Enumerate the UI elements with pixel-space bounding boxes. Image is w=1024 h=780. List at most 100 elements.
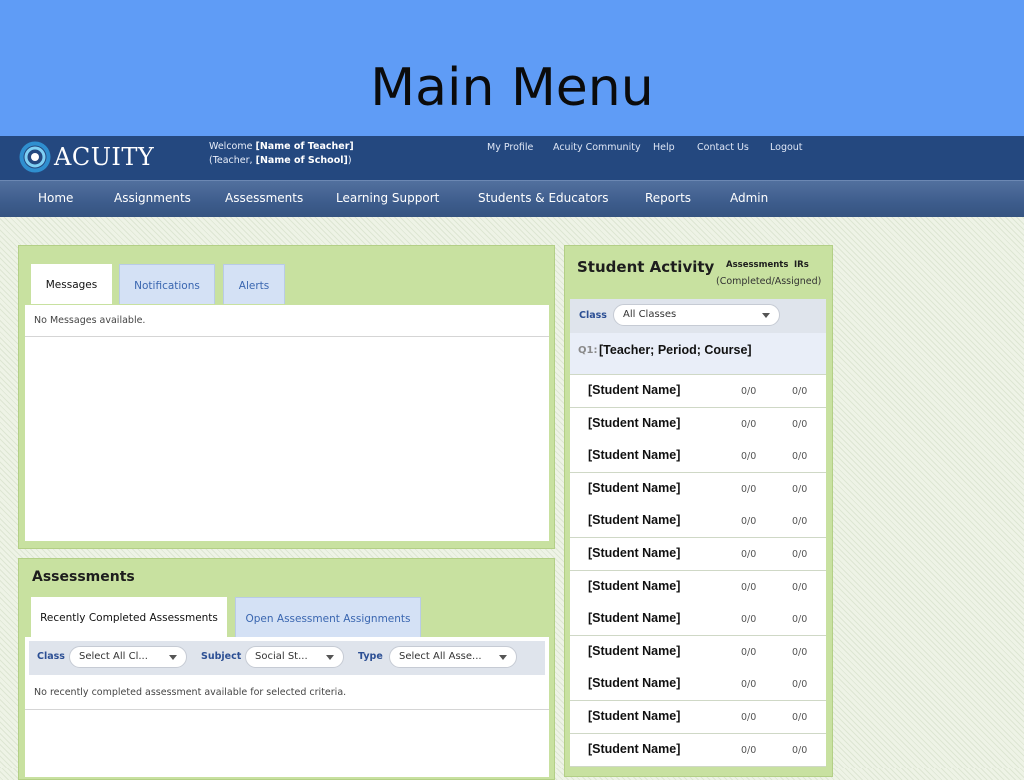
chevron-down-icon (762, 313, 770, 318)
student-row[interactable]: [Student Name] 0/0 0/0 (570, 505, 826, 538)
tab-open-assignments[interactable]: Open Assessment Assignments (235, 597, 421, 637)
student-irs-count: 0/0 (792, 549, 808, 560)
student-name[interactable]: [Student Name] (588, 676, 680, 690)
assessments-empty-row: No recently completed assessment availab… (25, 675, 549, 710)
welcome-message: Welcome [Name of Teacher] (Teacher, [Nam… (209, 141, 354, 166)
acuity-logo[interactable]: ACUITY (18, 139, 154, 175)
assessments-content: Class Select All Cl... Subject Social St… (25, 637, 549, 777)
tab-notifications[interactable]: Notifications (119, 264, 215, 304)
activity-class-select[interactable]: All Classes (613, 304, 780, 326)
student-assessments-count: 0/0 (741, 647, 757, 658)
student-irs-count: 0/0 (792, 484, 808, 495)
student-name[interactable]: [Student Name] (588, 513, 680, 527)
student-assessments-count: 0/0 (741, 614, 757, 625)
student-name[interactable]: [Student Name] (588, 416, 680, 430)
student-irs-count: 0/0 (792, 647, 808, 658)
my-profile-link[interactable]: My Profile (487, 142, 533, 153)
student-row[interactable]: [Student Name] 0/0 0/0 (570, 701, 826, 734)
student-irs-count: 0/0 (792, 712, 808, 723)
student-irs-count: 0/0 (792, 386, 808, 397)
nav-students-educators[interactable]: Students & Educators (478, 191, 608, 205)
student-assessments-count: 0/0 (741, 745, 757, 756)
assessments-title: Assessments (32, 569, 135, 585)
student-row[interactable]: [Student Name] 0/0 0/0 (570, 440, 826, 473)
main-nav: Home Assignments Assessments Learning Su… (0, 180, 1024, 217)
student-row[interactable]: [Student Name] 0/0 0/0 (570, 375, 826, 408)
no-assessments-text: No recently completed assessment availab… (34, 687, 347, 698)
student-activity-panel: Student Activity Assessments IRs (Comple… (564, 245, 833, 777)
student-irs-count: 0/0 (792, 516, 808, 527)
student-row[interactable]: [Student Name] 0/0 0/0 (570, 538, 826, 571)
student-row[interactable]: [Student Name] 0/0 0/0 (570, 603, 826, 636)
assessments-column-header: Assessments (726, 260, 789, 270)
chevron-down-icon (326, 655, 334, 660)
student-row[interactable]: [Student Name] 0/0 0/0 (570, 668, 826, 701)
student-row[interactable]: [Student Name] 0/0 0/0 (570, 473, 826, 506)
student-assessments-count: 0/0 (741, 419, 757, 430)
tab-messages[interactable]: Messages (31, 264, 112, 304)
student-name[interactable]: [Student Name] (588, 448, 680, 462)
class-filter-select[interactable]: Select All Cl... (69, 646, 187, 668)
type-filter-label: Type (358, 651, 383, 662)
group-name: [Teacher; Period; Course] (599, 343, 752, 357)
slide-title: Main Menu (370, 58, 654, 118)
messages-panel: Messages Notifications Alerts No Message… (18, 245, 555, 549)
contact-us-link[interactable]: Contact Us (697, 142, 749, 153)
messages-content: No Messages available. (25, 305, 549, 541)
student-assessments-count: 0/0 (741, 712, 757, 723)
student-irs-count: 0/0 (792, 745, 808, 756)
activity-class-filter: Class All Classes (570, 299, 826, 333)
tab-recently-completed[interactable]: Recently Completed Assessments (31, 597, 227, 637)
acuity-community-link[interactable]: Acuity Community (553, 142, 641, 153)
student-irs-count: 0/0 (792, 614, 808, 625)
student-row[interactable]: [Student Name] 0/0 0/0 (570, 571, 826, 604)
student-assessments-count: 0/0 (741, 451, 757, 462)
help-link[interactable]: Help (653, 142, 675, 153)
student-assessments-count: 0/0 (741, 516, 757, 527)
student-name[interactable]: [Student Name] (588, 709, 680, 723)
activity-class-label: Class (579, 310, 607, 321)
acuity-logo-icon (19, 141, 51, 173)
chevron-down-icon (169, 655, 177, 660)
irs-column-header: IRs (794, 260, 809, 270)
nav-learning-support[interactable]: Learning Support (336, 191, 439, 205)
nav-reports[interactable]: Reports (645, 191, 691, 205)
subject-filter-label: Subject (201, 651, 242, 662)
assessment-filters: Class Select All Cl... Subject Social St… (29, 641, 545, 675)
student-assessments-count: 0/0 (741, 582, 757, 593)
student-name[interactable]: [Student Name] (588, 742, 680, 756)
type-filter-select[interactable]: Select All Asse... (389, 646, 517, 668)
messages-empty-row: No Messages available. (25, 305, 549, 337)
student-name[interactable]: [Student Name] (588, 644, 680, 658)
student-name[interactable]: [Student Name] (588, 611, 680, 625)
student-row[interactable]: [Student Name] 0/0 0/0 (570, 636, 826, 669)
nav-home[interactable]: Home (38, 191, 73, 205)
student-assessments-count: 0/0 (741, 549, 757, 560)
student-row[interactable]: [Student Name] 0/0 0/0 (570, 408, 826, 441)
student-activity-title: Student Activity (577, 258, 715, 276)
nav-assessments[interactable]: Assessments (225, 191, 303, 205)
student-irs-count: 0/0 (792, 679, 808, 690)
group-prefix: Q1: (578, 345, 598, 356)
student-name[interactable]: [Student Name] (588, 481, 680, 495)
nav-admin[interactable]: Admin (730, 191, 768, 205)
student-assessments-count: 0/0 (741, 484, 757, 495)
subject-filter-select[interactable]: Social St... (245, 646, 344, 668)
chevron-down-icon (499, 655, 507, 660)
logout-link[interactable]: Logout (770, 142, 803, 153)
student-irs-count: 0/0 (792, 582, 808, 593)
completed-assigned-note: (Completed/Assigned) (716, 276, 822, 287)
student-assessments-count: 0/0 (741, 679, 757, 690)
nav-assignments[interactable]: Assignments (114, 191, 191, 205)
class-filter-label: Class (37, 651, 65, 662)
student-irs-count: 0/0 (792, 451, 808, 462)
student-name[interactable]: [Student Name] (588, 383, 680, 397)
student-name[interactable]: [Student Name] (588, 546, 680, 560)
student-name[interactable]: [Student Name] (588, 579, 680, 593)
student-row[interactable]: [Student Name] 0/0 0/0 (570, 734, 826, 767)
class-group-header[interactable]: Q1: [Teacher; Period; Course] (570, 333, 826, 375)
assessments-panel: Assessments Recently Completed Assessmen… (18, 558, 555, 780)
teacher-name: [Name of Teacher] (255, 141, 354, 152)
tab-alerts[interactable]: Alerts (223, 264, 285, 304)
student-irs-count: 0/0 (792, 419, 808, 430)
